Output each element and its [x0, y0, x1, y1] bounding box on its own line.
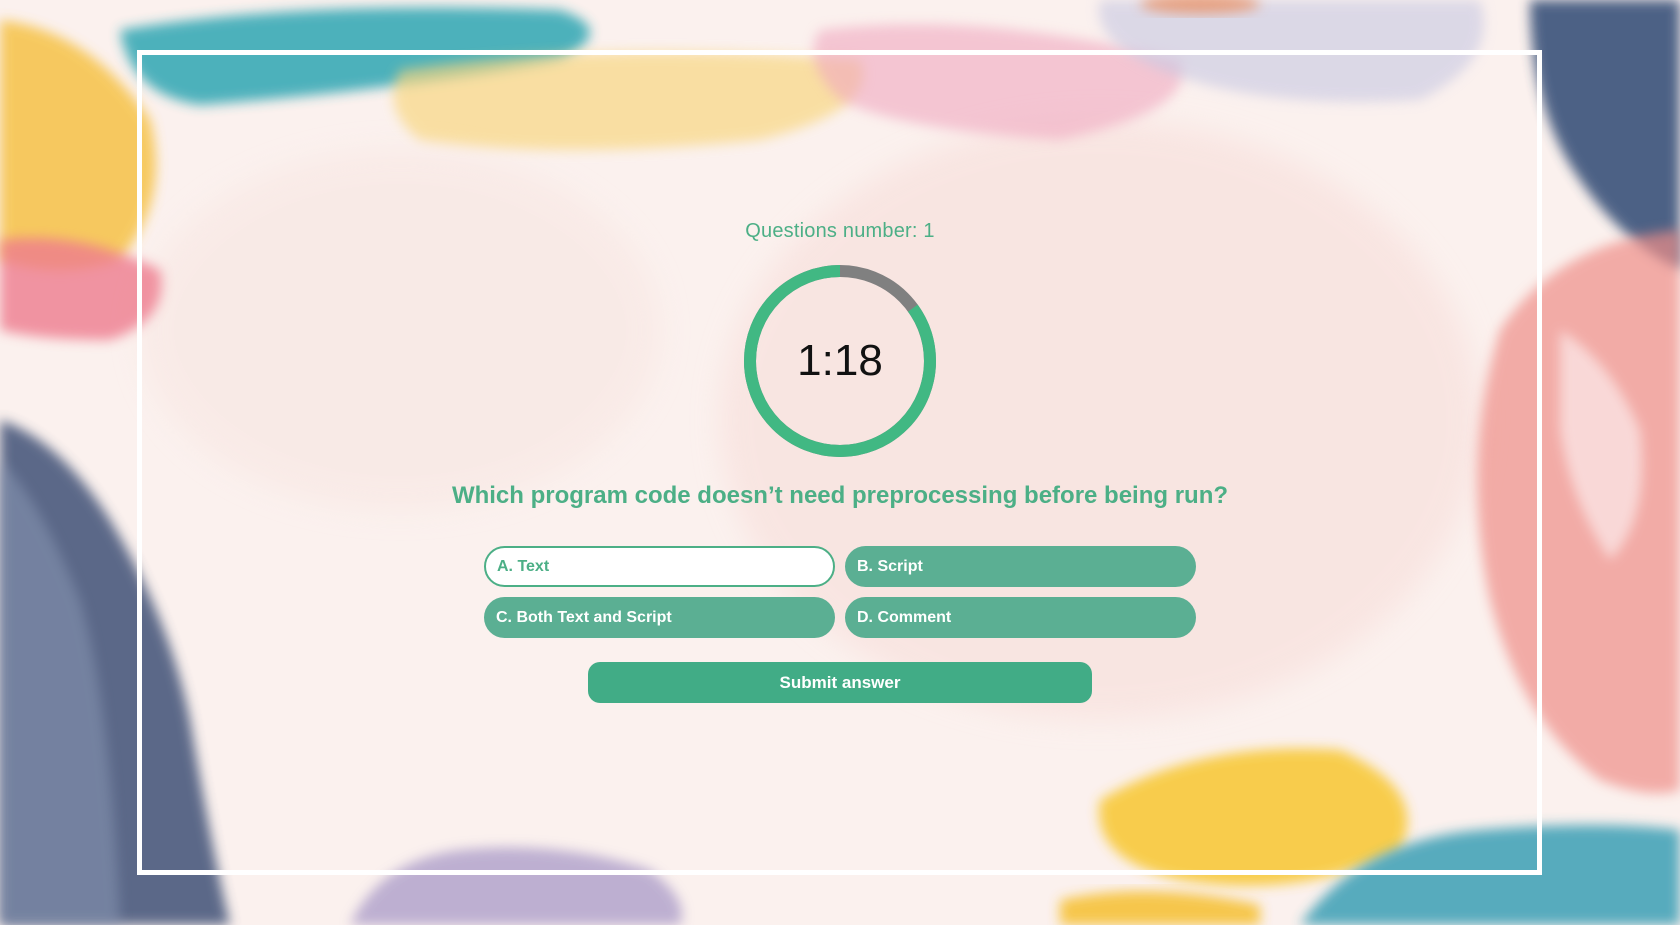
quiz-page: Questions number: 1 1:18 Which program c… — [0, 0, 1680, 925]
quiz-container: Questions number: 1 1:18 Which program c… — [0, 0, 1680, 925]
submit-answer-button[interactable]: Submit answer — [588, 662, 1092, 703]
countdown-timer: 1:18 — [742, 263, 938, 459]
timer-value: 1:18 — [797, 336, 883, 385]
option-c-button[interactable]: C. Both Text and Script — [484, 597, 835, 638]
option-b-button[interactable]: B. Script — [845, 546, 1196, 587]
question-number: Questions number: 1 — [745, 220, 935, 242]
question-text: Which program code doesn’t need preproce… — [451, 482, 1229, 509]
option-d-button[interactable]: D. Comment — [845, 597, 1196, 638]
option-a-button[interactable]: A. Text — [484, 546, 835, 587]
